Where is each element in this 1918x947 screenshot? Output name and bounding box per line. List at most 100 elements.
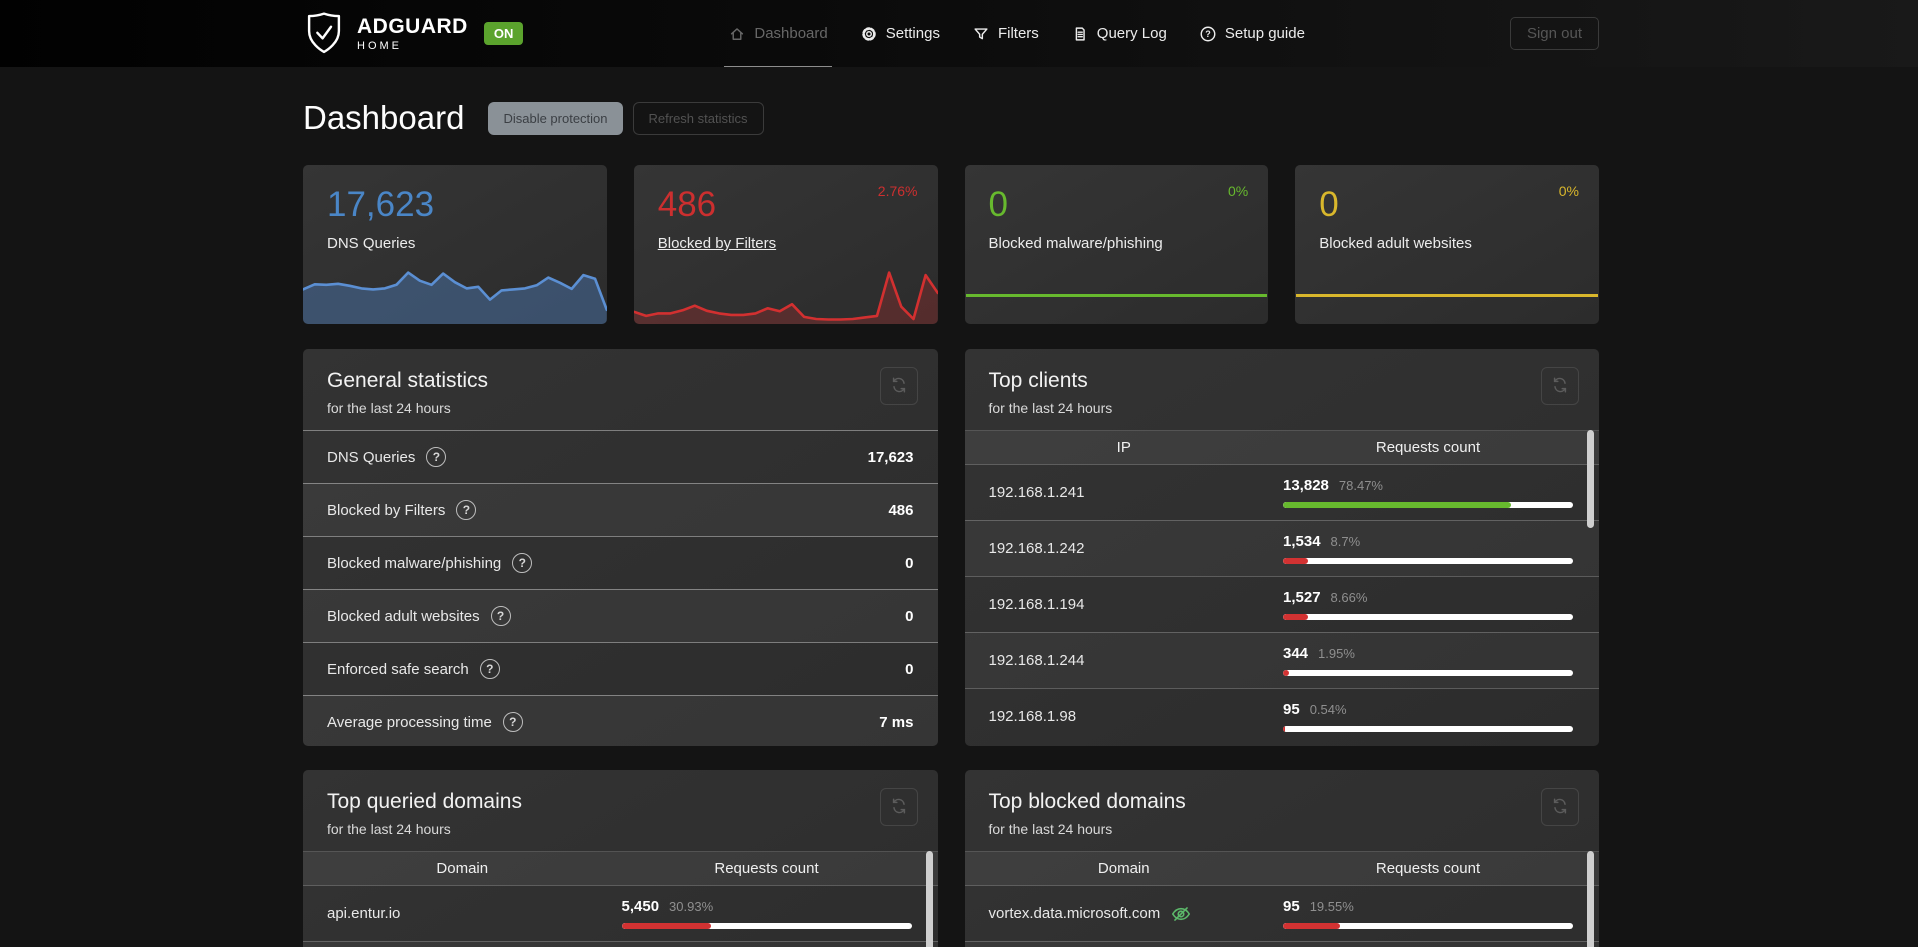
scrollbar-thumb[interactable]	[925, 851, 933, 947]
card-subtitle: for the last 24 hours	[988, 821, 1113, 837]
sparkline-flat	[965, 294, 1268, 297]
refresh-icon	[1550, 796, 1570, 819]
help-icon[interactable]: ?	[512, 553, 533, 573]
table-header: IP Requests count	[964, 430, 1599, 464]
middle-panels-row: General statistics for the last 24 hours…	[303, 349, 1599, 746]
stat-row: Blocked by Filters? 486	[303, 483, 938, 536]
stat-row-label: Enforced safe search?	[327, 659, 500, 679]
card-subtitle: for the last 24 hours	[327, 821, 451, 837]
table-header: Domain Requests count	[964, 851, 1599, 885]
sparkline-chart	[633, 267, 938, 324]
request-count: 344	[1283, 645, 1309, 662]
nav-item-settings[interactable]: Settings	[860, 0, 940, 67]
refresh-card-button[interactable]	[1541, 367, 1579, 405]
nav-item-label: Settings	[885, 25, 940, 42]
request-percent: 78.47%	[1338, 478, 1383, 493]
sign-out-button[interactable]: Sign out	[1509, 17, 1599, 50]
stat-card-blocked-adult: 0 Blocked adult websites 0%	[1295, 165, 1599, 324]
nav-item-label: Dashboard	[754, 25, 828, 42]
column-header-domain: Domain	[1097, 860, 1150, 877]
stat-row-label: Blocked malware/phishing?	[327, 553, 533, 573]
row-requests: 95 19.55%	[1283, 898, 1573, 929]
help-icon[interactable]: ?	[456, 500, 477, 520]
request-percent: 8.7%	[1330, 534, 1361, 549]
refresh-card-button[interactable]	[1541, 788, 1579, 826]
main-nav: Dashboard Settings Filters Query Log ? Setup …	[724, 0, 1305, 67]
stat-label: DNS Queries	[327, 235, 416, 252]
row-requests: 344 1.95%	[1283, 645, 1573, 676]
nav-item-label: Filters	[997, 25, 1039, 42]
request-percent: 1.95%	[1318, 646, 1355, 661]
bottom-panels-row: Top queried domains for the last 24 hour…	[303, 770, 1599, 947]
refresh-icon	[1550, 375, 1570, 398]
top-blocked-domains-card: Top blocked domains for the last 24 hour…	[964, 770, 1599, 947]
row-requests: 13,828 78.47%	[1283, 477, 1573, 508]
refresh-card-button[interactable]	[879, 367, 918, 405]
nav-item-filters[interactable]: Filters	[972, 0, 1039, 67]
row-requests: 95 0.54%	[1283, 701, 1573, 732]
request-count: 1,534	[1283, 533, 1321, 550]
adguard-logo-icon	[303, 11, 345, 57]
request-percent: 8.66%	[1330, 590, 1368, 605]
stat-value: 486	[657, 185, 717, 224]
nav-item-label: Query Log	[1096, 25, 1167, 42]
main-content: Dashboard Disable protection Refresh sta…	[303, 67, 1599, 947]
card-subtitle: for the last 24 hours	[327, 400, 451, 416]
nav-item-dashboard[interactable]: Dashboard	[724, 0, 833, 67]
help-icon[interactable]: ?	[426, 447, 447, 467]
protection-status-badge: ON	[483, 22, 524, 45]
refresh-statistics-button[interactable]: Refresh statistics	[632, 101, 764, 135]
card-header: Top queried domains for the last 24 hour…	[303, 770, 938, 851]
card-subtitle: for the last 24 hours	[988, 400, 1113, 416]
gear-icon	[860, 25, 878, 43]
top-blocked-table-body: vortex.data.microsoft.com 95 19.55%	[964, 885, 1599, 947]
stat-label[interactable]: Blocked by Filters	[658, 235, 776, 252]
row-label: 192.168.1.241	[988, 484, 1085, 501]
table-header: Domain Requests count	[303, 851, 938, 885]
requests-bar	[1283, 726, 1573, 732]
row-requests: 1,534 8.7%	[1283, 533, 1573, 564]
request-percent: 30.93%	[669, 899, 714, 914]
card-header: General statistics for the last 24 hours	[303, 349, 938, 430]
stat-cards-row: 17,623 DNS Queries 486 Blocked by Filters 2…	[303, 165, 1599, 324]
nav-item-query-log[interactable]: Query Log	[1071, 0, 1167, 67]
nav-item-setup-guide[interactable]: ? Setup guide	[1199, 0, 1305, 67]
svg-text:?: ?	[1205, 29, 1211, 39]
brand-text: ADGUARD HOME	[357, 15, 468, 52]
top-queried-domains-card: Top queried domains for the last 24 hour…	[303, 770, 938, 947]
card-header: Top clients for the last 24 hours	[965, 349, 1600, 430]
help-icon[interactable]: ?	[479, 659, 500, 679]
brand-sub: HOME	[357, 40, 402, 52]
client-row: 192.168.1.194 1,527 8.66%	[964, 576, 1599, 632]
row-label: 192.168.1.244	[988, 652, 1085, 669]
stat-row-label: DNS Queries?	[327, 447, 447, 467]
row-label: api.entur.io	[327, 905, 401, 922]
card-title: General statistics	[327, 369, 489, 392]
column-header-requests-count: Requests count	[1375, 439, 1481, 456]
help-icon[interactable]: ?	[502, 712, 523, 732]
stat-label: Blocked malware/phishing	[988, 235, 1163, 252]
requests-bar	[1283, 670, 1573, 676]
stat-row: Enforced safe search? 0	[303, 642, 938, 695]
scrollbar-thumb[interactable]	[1587, 851, 1594, 947]
row-label: vortex.data.microsoft.com	[965, 903, 1284, 925]
stat-row-value: 486	[888, 501, 914, 519]
stat-row-value: 7 ms	[879, 713, 914, 731]
domain-row: api.entur.io 5,450 30.93%	[303, 885, 938, 941]
scrollbar-thumb[interactable]	[1587, 430, 1594, 528]
refresh-icon	[889, 375, 909, 398]
row-label: 192.168.1.194	[988, 596, 1085, 613]
help-icon[interactable]: ?	[490, 606, 511, 626]
disable-protection-button[interactable]: Disable protection	[488, 101, 623, 135]
domain-row	[964, 941, 1599, 947]
requests-bar	[1283, 558, 1573, 564]
row-requests: 5,450 30.93%	[621, 898, 912, 929]
top-nav-bar: ADGUARD HOME ON Dashboard Settings Filters…	[0, 0, 1918, 67]
title-row: Dashboard Disable protection Refresh sta…	[303, 96, 1599, 140]
sparkline-chart	[303, 267, 607, 324]
top-queried-table-body: api.entur.io 5,450 30.93%	[303, 885, 938, 947]
refresh-card-button[interactable]	[879, 788, 918, 826]
stat-percent: 0%	[1558, 183, 1579, 199]
request-percent: 19.55%	[1309, 899, 1354, 914]
domain-row: vortex.data.microsoft.com 95 19.55%	[964, 885, 1599, 941]
